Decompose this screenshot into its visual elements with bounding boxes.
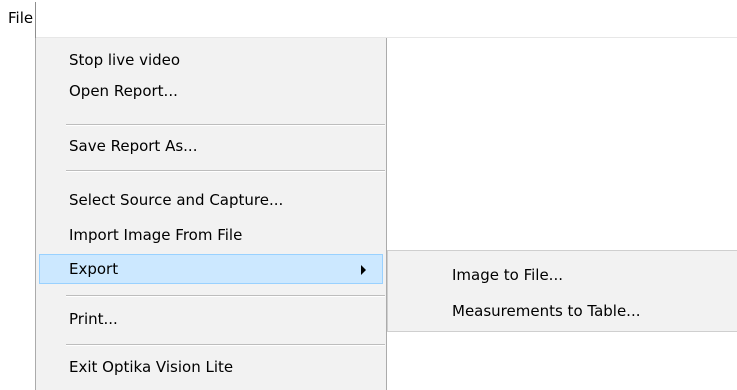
chevron-right-icon	[361, 265, 366, 275]
menu-item-label: Select Source and Capture...	[69, 191, 284, 209]
menu-item-open-report[interactable]: Open Report...	[39, 76, 383, 106]
menu-item-import-image-from-file[interactable]: Import Image From File	[39, 220, 383, 250]
submenu-item-label: Image to File...	[452, 266, 563, 284]
menu-item-label: Export	[69, 260, 119, 278]
menu-item-label: Print...	[69, 310, 118, 328]
menu-item-label: Stop live video	[69, 51, 181, 69]
menu-item-export[interactable]: Export	[39, 254, 383, 284]
menubar-strip	[36, 0, 737, 38]
menu-item-label: Exit Optika Vision Lite	[69, 358, 234, 376]
menu-item-label: Save Report As...	[69, 137, 198, 155]
submenu-item-label: Measurements to Table...	[452, 302, 641, 320]
menu-item-stop-live-video[interactable]: Stop live video	[39, 45, 383, 75]
submenu-item-image-to-file[interactable]: Image to File...	[391, 260, 735, 290]
menu-item-exit-optika-vision-lite[interactable]: Exit Optika Vision Lite	[39, 352, 383, 382]
menu-separator	[66, 344, 385, 346]
menu-item-select-source-and-capture[interactable]: Select Source and Capture...	[39, 185, 383, 215]
menu-item-label: Import Image From File	[69, 226, 243, 244]
menu-item-save-report-as[interactable]: Save Report As...	[39, 131, 383, 161]
menu-separator	[66, 124, 385, 126]
menu-item-label: Open Report...	[69, 82, 178, 100]
menu-item-print[interactable]: Print...	[39, 304, 383, 334]
export-submenu: Image to File... Measurements to Table..…	[387, 250, 737, 332]
menu-bar: File	[0, 0, 737, 38]
menu-separator	[66, 295, 385, 297]
file-menu-button[interactable]: File	[0, 0, 36, 37]
submenu-item-measurements-to-table[interactable]: Measurements to Table...	[391, 296, 735, 326]
file-menu-label: File	[8, 9, 34, 27]
menu-separator	[66, 170, 385, 172]
file-dropdown-menu: Stop live video Open Report... Save Repo…	[35, 38, 387, 390]
